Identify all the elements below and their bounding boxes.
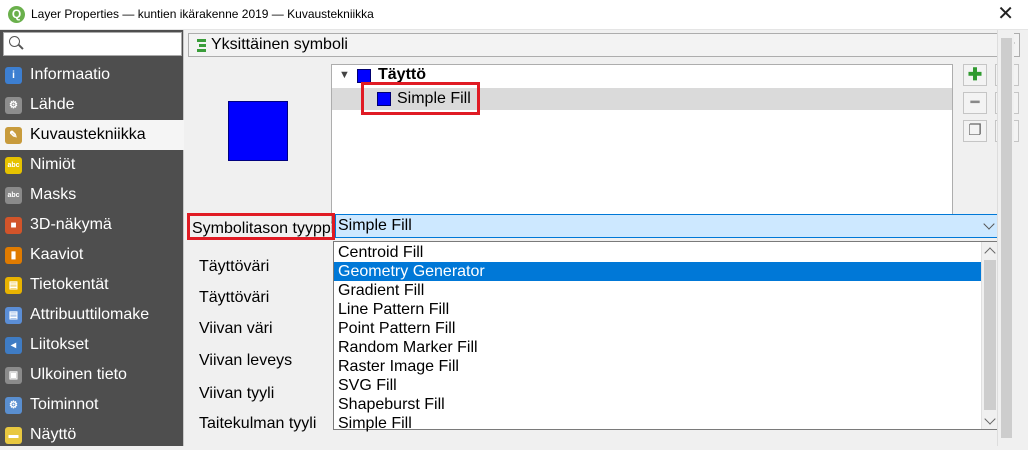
sidebar-item[interactable]: ▣ Ulkoinen tieto [0, 360, 184, 390]
dropdown-option[interactable]: Centroid Fill [334, 243, 996, 262]
symbol-layer-type-value: Simple Fill [338, 217, 412, 234]
sidebar-item-label: Nimiöt [30, 156, 76, 173]
fields-table-icon: ▤ [5, 277, 22, 294]
search-icon [9, 36, 20, 47]
dropdown-option[interactable]: Point Pattern Fill [334, 319, 996, 338]
sidebar-item[interactable]: ▤ Attribuuttilomake [0, 300, 184, 330]
symbology-brush-icon: ✎ [5, 127, 22, 144]
masks-abc-icon: abc [5, 187, 22, 204]
scrollbar-thumb[interactable] [1001, 38, 1012, 438]
sidebar-nav: i Informaatio ⚙ Lähde ✎ Kuvaustekniikka abc Nim… [0, 60, 184, 450]
labels-abc-icon: abc [5, 157, 22, 174]
renderer-scrollbar[interactable] [997, 30, 1014, 446]
renderer-select[interactable]: Yksittäinen symboli [188, 33, 1020, 57]
property-label: Viivan väri [199, 320, 273, 337]
display-bubble-icon: ▬ [5, 427, 22, 444]
close-button[interactable]: ✕ [997, 3, 1014, 25]
3d-cube-icon: ■ [5, 217, 22, 234]
sidebar-search[interactable] [3, 32, 182, 56]
search-input[interactable] [24, 34, 179, 54]
sidebar-item-label: Näyttö [30, 426, 77, 443]
sidebar-item-label: Informaatio [30, 66, 111, 83]
sidebar-item-label: Attribuuttilomake [30, 306, 150, 323]
property-label: Täyttöväri [199, 289, 270, 306]
dropdown-option[interactable]: Gradient Fill [334, 281, 996, 300]
remove-layer-button[interactable]: ━ [963, 92, 987, 114]
sidebar-item[interactable]: ▮ Kaaviot [0, 240, 184, 270]
symbol-layer-type-label: Symbolitason tyyppi [187, 213, 335, 240]
duplicate-layer-button[interactable]: ❐ [963, 120, 987, 142]
dropdown-option[interactable]: Random Marker Fill [334, 338, 996, 357]
dropdown-option[interactable]: Line Pattern Fill [334, 300, 996, 319]
attribute-form-icon: ▤ [5, 307, 22, 324]
property-label: Taitekulman tyyli [199, 415, 317, 432]
dropdown-scrollbar[interactable] [981, 242, 997, 429]
actions-gear-icon: ⚙ [5, 397, 22, 414]
fill-swatch-icon [357, 69, 371, 83]
info-icon: i [5, 67, 22, 84]
sidebar-item-label: 3D-näkymä [30, 216, 112, 233]
sidebar-item-label: Tietokentät [30, 276, 109, 293]
sidebar-item[interactable]: ✎ Kuvaustekniikka [0, 120, 184, 150]
dropdown-option[interactable]: Raster Image Fill [334, 357, 996, 376]
add-layer-button[interactable]: ✚ [963, 64, 987, 86]
diagrams-icon: ▮ [5, 247, 22, 264]
scrollbar-thumb[interactable] [984, 260, 996, 410]
window-title: Layer Properties — kuntien ikärakenne 20… [31, 7, 374, 21]
symbology-panel: Yksittäinen symboli ▼ Täyttö Simple Fill… [185, 30, 1028, 446]
annotation-highlight-simple-fill [361, 82, 480, 115]
sidebar-item[interactable]: ▤ Tietokentät [0, 270, 184, 300]
symbol-preview [228, 101, 288, 161]
expand-arrow-icon[interactable]: ▼ [339, 69, 350, 81]
property-label: Viivan leveys [199, 352, 293, 369]
sidebar-item-label: Ulkoinen tieto [30, 366, 127, 383]
scroll-down-arrow-icon[interactable] [984, 413, 996, 425]
chevron-down-icon [983, 218, 995, 230]
single-symbol-icon [197, 39, 206, 53]
dropdown-option[interactable]: Shapeburst Fill [334, 395, 996, 414]
sidebar-item[interactable]: ⚙ Toiminnot [0, 390, 184, 420]
sidebar-item-label: Kuvaustekniikka [30, 126, 146, 143]
sidebar-item-label: Liitokset [30, 336, 89, 353]
scroll-up-arrow-icon[interactable] [984, 247, 996, 259]
renderer-select-value: Yksittäinen symboli [211, 36, 348, 53]
dropdown-option[interactable]: SVG Fill [334, 376, 996, 395]
property-label: Täyttöväri [199, 258, 270, 275]
auxiliary-storage-icon: ▣ [5, 367, 22, 384]
property-label: Viivan tyyli [199, 385, 275, 402]
sidebar: i Informaatio ⚙ Lähde ✎ Kuvaustekniikka abc Nim… [0, 30, 184, 446]
sidebar-item-label: Masks [30, 186, 77, 203]
sidebar-item[interactable]: ⚙ Lähde [0, 90, 184, 120]
symbol-layer-type-dropdown[interactable]: Simple Fill Shapeburst Fill SVG Fill Raster… [333, 241, 998, 433]
sidebar-item[interactable]: abc Masks [0, 180, 184, 210]
joins-icon: ◂ [5, 337, 22, 354]
dropdown-option[interactable]: Geometry Generator [334, 262, 996, 281]
sidebar-item-label: Lähde [30, 96, 75, 113]
qgis-logo-icon: Q [8, 6, 25, 23]
source-wrench-icon: ⚙ [5, 97, 22, 114]
title-bar: Q Layer Properties — kuntien ikärakenne … [0, 0, 1028, 30]
sidebar-item[interactable]: abc Nimiöt [0, 150, 184, 180]
dropdown-option[interactable]: Simple Fill [334, 414, 996, 433]
sidebar-item[interactable]: ◂ Liitokset [0, 330, 184, 360]
sidebar-item[interactable]: ■ 3D-näkymä [0, 210, 184, 240]
symbol-layer-type-select[interactable]: Simple Fill [335, 214, 1001, 238]
sidebar-item-label: Kaaviot [30, 246, 84, 263]
sidebar-item[interactable]: i Informaatio [0, 60, 184, 90]
sidebar-item-label: Toiminnot [30, 396, 99, 413]
